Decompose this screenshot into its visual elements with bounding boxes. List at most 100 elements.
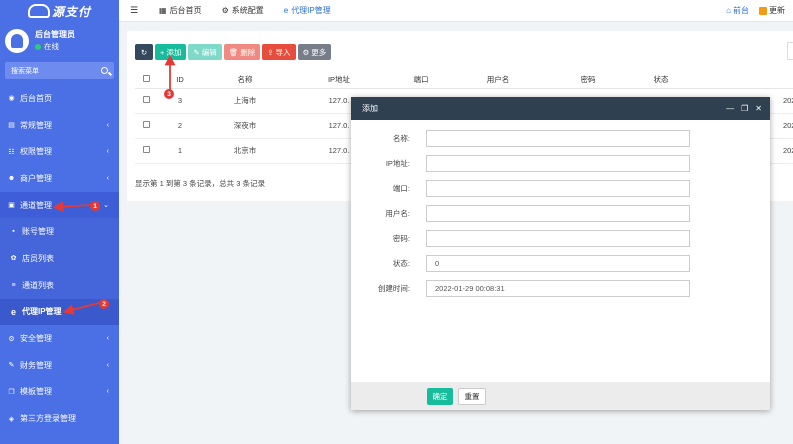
status-input[interactable]: 0 [426,255,690,272]
sidebar-item-label: 常规管理 [20,120,52,130]
more-button[interactable]: ⚙ 更多 [297,44,332,60]
header-created[interactable]: 创 [691,71,793,89]
frontend-link[interactable]: ⌂ 前台 [726,5,749,16]
sidebar-item-general[interactable]: ▤ 常规管理 ‹ [0,112,119,139]
dialog-footer: 确定 重置 [351,382,770,410]
tab-proxy-ip[interactable]: e 代理IP管理 [274,0,341,22]
delete-label: 删除 [240,47,256,57]
sidebar-item-label: 财务管理 [20,360,52,370]
ie-tab-icon: e [283,6,289,15]
sidebar-item-label: 安全管理 [20,334,52,344]
sidebar-item-channel-list[interactable]: ≡ 通道列表 [0,271,119,299]
add-button[interactable]: + 添加 [155,44,187,60]
header-username[interactable]: 用户名 [451,71,545,89]
tab-dashboard[interactable]: ▦ 后台首页 [149,0,212,22]
logo[interactable]: 源支付 [0,0,119,22]
row-checkbox[interactable] [142,96,150,103]
cell-id: 2 [157,113,203,139]
frontend-label: 前台 [733,6,749,15]
sidebar-item-dashboard[interactable]: ◉ 后台首页 [0,85,119,112]
dialog-header: 添加 — ❐ ✕ [351,97,770,120]
cell-name: 深夜市 [203,113,287,139]
field-label: 创建时间: [377,284,410,293]
chevron-left-icon: ‹ [106,121,109,129]
header-status[interactable]: 状态 [631,71,691,89]
dashboard-icon: ◉ [8,95,15,103]
password-input[interactable] [426,230,690,247]
edit-label: 编辑 [201,47,217,57]
pagination-summary: 显示第 1 到第 3 条记录，总共 3 条记录 [135,179,266,188]
form-row-password: 密码: [351,230,690,247]
chevron-left-icon: ‹ [106,174,109,182]
delete-button[interactable]: 🗑 删除 [223,44,261,60]
sidebar-item-finance[interactable]: ✎ 财务管理 ‹ [0,352,119,379]
user-name: 后台管理员 [35,29,75,39]
channel-icon: ▣ [8,202,15,210]
username-input[interactable] [426,205,690,222]
table-refresh-button[interactable]: ↻ [135,44,153,60]
close-icon[interactable]: ✕ [755,104,762,113]
toolbar: ↻ + 添加 ✎ 编辑 🗑 删除 ⇪ 导入 ⚙ 更多 [135,44,332,60]
avatar[interactable] [5,28,29,53]
sidebar-item-third-party-login[interactable]: ◈ 第三方登录管理 [0,405,119,432]
dialog-title: 添加 [362,104,378,113]
search-icon[interactable] [101,67,108,74]
sidebar-item-channels[interactable]: ▣ 通道管理 ⌄ [0,191,119,219]
user-icon [11,33,23,48]
form-row-status: 状态: 0 [351,255,690,272]
sidebar-item-label: 模板管理 [20,387,52,397]
edit-button[interactable]: ✎ 编辑 [188,44,222,60]
ip-input[interactable] [426,155,690,172]
header-ip[interactable]: IP地址 [287,71,391,89]
refresh-icon: ↻ [140,47,148,57]
confirm-button[interactable]: 确定 [427,387,453,405]
add-dialog: 添加 — ❐ ✕ 名称: IP地址: 端口: 用户名: 密码: 状态: 0 创建… [351,97,770,410]
sidebar-item-accounts[interactable]: ▪ 账号管理 [0,218,119,246]
row-checkbox[interactable] [142,121,150,128]
minimize-icon[interactable]: — [726,104,734,113]
select-all-cell [135,71,157,89]
annotation-badge-2: 2 [99,299,109,309]
sidebar-search[interactable]: 搜索菜单 [5,62,114,79]
tab-label: 代理IP管理 [291,6,331,15]
name-input[interactable] [426,130,690,147]
sidebar-item-label: 权限管理 [20,147,52,157]
header-id[interactable]: ID [157,71,203,89]
table-header-row: ID 名称 IP地址 端口 用户名 密码 状态 创 [135,71,793,89]
port-input[interactable] [426,180,690,197]
refresh-button[interactable]: 更新 [759,5,785,16]
tab-system-config[interactable]: ⚙ 系统配置 [212,0,274,22]
form-row-username: 用户名: [351,205,690,222]
row-checkbox[interactable] [142,146,150,153]
header-port[interactable]: 端口 [391,71,451,89]
sidebar-item-permissions[interactable]: ☷ 权限管理 ‹ [0,138,119,165]
field-label: 名称: [392,134,410,143]
created-time-input[interactable]: 2022-01-29 00:08:31 [426,280,690,297]
add-label: 添加 [166,47,182,57]
column-toggle[interactable] [787,42,793,60]
header-password[interactable]: 密码 [545,71,631,89]
user-status: 在线 [44,41,59,51]
header-name[interactable]: 名称 [203,71,287,89]
reset-button[interactable]: 重置 [458,387,486,405]
sidebar-item-clerks[interactable]: ✿ 店员列表 [0,245,119,272]
trash-icon: 🗑 [228,47,239,57]
annotation-badge-1: 1 [90,201,100,211]
maximize-icon[interactable]: ❐ [741,104,748,113]
sidebar-item-templates[interactable]: ❐ 模板管理 ‹ [0,379,119,406]
select-all-checkbox[interactable] [142,74,150,82]
chevron-left-icon: ‹ [106,335,109,343]
tab-label: 系统配置 [231,6,264,15]
sidebar-item-security[interactable]: ⚙ 安全管理 ‹ [0,325,119,352]
sidebar-item-merchants[interactable]: ☻ 商户管理 ‹ [0,165,119,192]
import-button[interactable]: ⇪ 导入 [262,44,296,60]
finance-icon: ✎ [8,362,15,370]
cell-name: 上海市 [203,88,287,114]
annotation-badge-3: 3 [164,89,174,99]
sidebar-item-label: 第三方登录管理 [20,414,76,424]
sidebar-search-label: 搜索菜单 [11,67,39,75]
sidebar-item-label: 通道管理 [20,200,52,210]
form-row-created: 创建时间: 2022-01-29 00:08:31 [351,280,690,297]
sidebar-item-label: 通道列表 [22,280,54,290]
menu-toggle-icon[interactable]: ☰ [119,5,149,16]
